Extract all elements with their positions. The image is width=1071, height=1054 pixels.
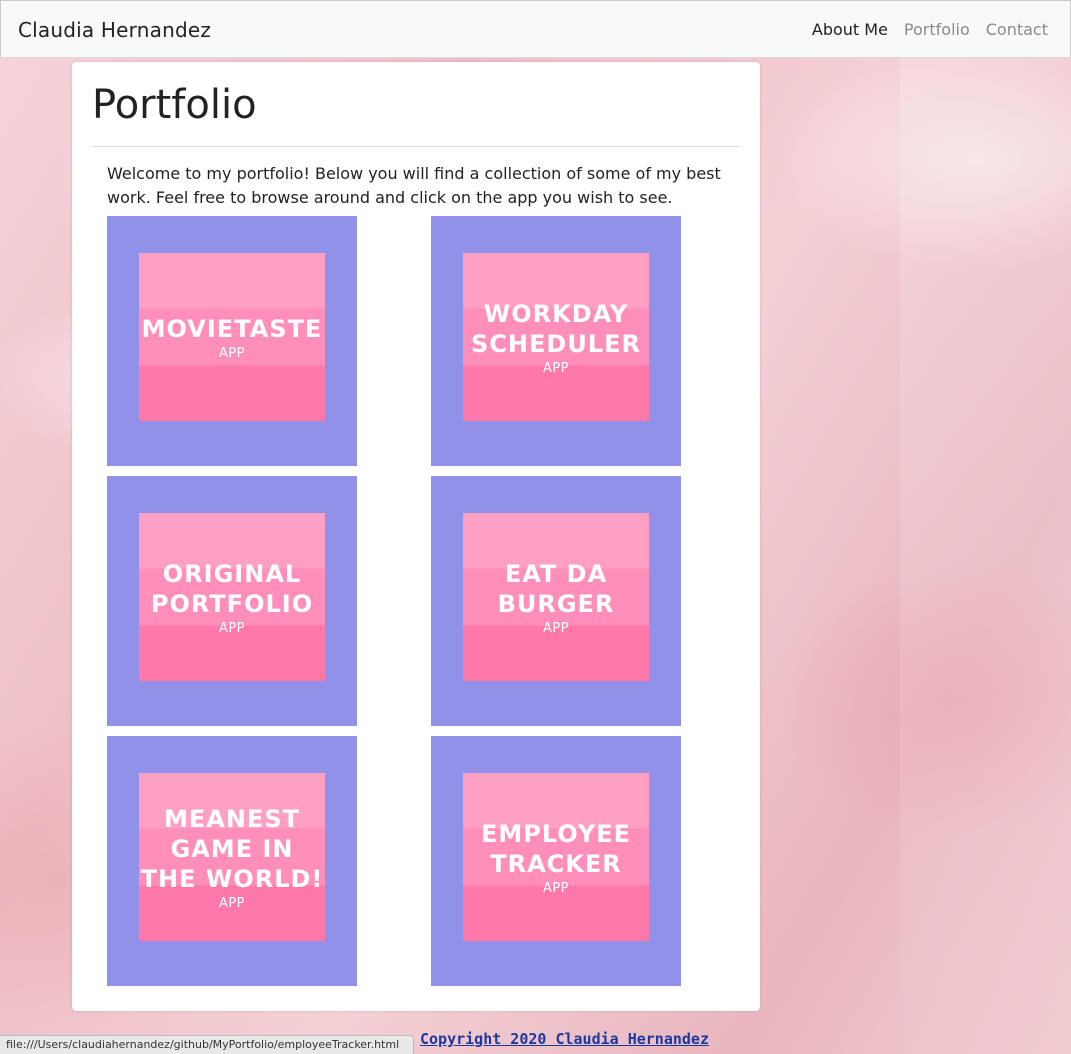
project-subtitle: APP [542, 880, 570, 896]
project-title: EAT DA BURGER [497, 559, 615, 618]
nav-link-about-me[interactable]: About Me [812, 20, 888, 39]
navbar: Claudia Hernandez About Me Portfolio Con… [0, 0, 1071, 58]
project-subtitle: APP [218, 620, 246, 636]
footer-copyright-link[interactable]: Copyright 2020 Claudia Hernandez [420, 1030, 709, 1048]
project-title: ORIGINAL PORTFOLIO [150, 559, 314, 618]
background-texture [900, 57, 1071, 1054]
nav-link-portfolio[interactable]: Portfolio [904, 20, 970, 39]
intro-text: Welcome to my portfolio! Below you will … [107, 164, 721, 207]
project-subtitle: APP [218, 345, 246, 361]
project-title: MOVIETASTE [141, 314, 323, 343]
project-title: MEANEST GAME IN THE WORLD! [140, 804, 324, 893]
brand-name[interactable]: Claudia Hernandez [18, 18, 211, 42]
project-subtitle: APP [218, 895, 246, 911]
project-title: EMPLOYEE TRACKER [480, 819, 632, 878]
nav-link-contact[interactable]: Contact [986, 20, 1048, 39]
project-tile-meanest-game[interactable]: MEANEST GAME IN THE WORLD! APP [107, 736, 357, 986]
project-subtitle: APP [542, 360, 570, 376]
project-thumbnail: EAT DA BURGER APP [463, 513, 649, 681]
project-tile-eat-da-burger[interactable]: EAT DA BURGER APP [431, 476, 681, 726]
nav-links: About Me Portfolio Contact [812, 20, 1048, 39]
project-thumbnail: MOVIETASTE APP [139, 253, 325, 421]
project-title: WORKDAY SCHEDULER [471, 299, 641, 358]
project-tile-original-portfolio[interactable]: ORIGINAL PORTFOLIO APP [107, 476, 357, 726]
project-thumbnail: WORKDAY SCHEDULER APP [463, 253, 649, 421]
project-tile-employee-tracker[interactable]: EMPLOYEE TRACKER APP [431, 736, 681, 986]
project-tile-workday-scheduler[interactable]: WORKDAY SCHEDULER APP [431, 216, 681, 466]
portfolio-card: Portfolio Welcome to my portfolio! Below… [72, 62, 760, 1011]
project-thumbnail: EMPLOYEE TRACKER APP [463, 773, 649, 941]
project-thumbnail: MEANEST GAME IN THE WORLD! APP [139, 773, 325, 941]
project-thumbnail: ORIGINAL PORTFOLIO APP [139, 513, 325, 681]
project-tile-movietaste[interactable]: MOVIETASTE APP [107, 216, 357, 466]
browser-status-bar: file:///Users/claudiahernandez/github/My… [0, 1035, 414, 1054]
title-divider [92, 146, 740, 147]
project-subtitle: APP [542, 620, 570, 636]
page-title: Portfolio [92, 82, 257, 128]
